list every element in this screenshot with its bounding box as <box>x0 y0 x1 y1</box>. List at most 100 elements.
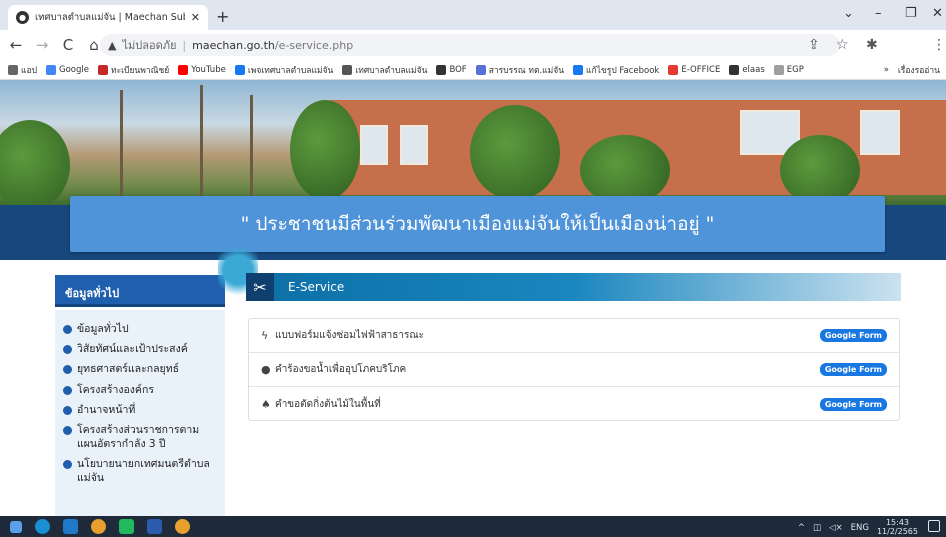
bookmark-favicon-icon <box>234 64 245 75</box>
security-label: ไม่ปลอดภัย <box>122 39 177 52</box>
language-indicator[interactable]: ENG <box>851 523 869 533</box>
window-shape <box>860 110 900 155</box>
palm-trunk-shape <box>120 90 123 205</box>
bookmark-item[interactable]: elaas <box>729 64 765 75</box>
bookmark-label: สารบรรณ ทต.แม่จัน <box>488 65 565 76</box>
sidebar-item-label: ข้อมูลทั่วไป <box>77 323 129 335</box>
bookmark-favicon-icon <box>8 64 18 75</box>
bookmark-item[interactable]: BOF <box>436 64 467 75</box>
not-secure-warning-icon[interactable]: ▲ <box>108 39 116 52</box>
bookmark-favicon-icon <box>342 64 353 75</box>
sidebar-item[interactable]: โครงสร้างส่วนราชการตามแผนอัตรากำลัง 3 ปี <box>63 423 217 451</box>
bookmarks-overflow-button[interactable]: » <box>884 65 889 75</box>
bookmark-label: BOF <box>449 64 467 75</box>
bookmark-item[interactable]: ทะเบียนพาณิชย์ <box>97 63 169 77</box>
sidebar-menu: ข้อมูลทั่วไปวิสัยทัศน์และเป้าประสงค์ยุทธ… <box>55 310 225 516</box>
bookmarks-bar: แอป Google ทะเบียนพาณิชย์ YouTube เพจเทศบาลต… <box>0 60 946 80</box>
menu-dots-icon[interactable]: ⋮ <box>932 37 946 53</box>
close-window-button[interactable]: ✕ <box>932 6 943 21</box>
sidebar-item-label: นโยบายนายกเทศมนตรีตำบลแม่จัน <box>77 458 210 485</box>
browser-tab[interactable]: ● เทศบาลตำบลแม่จัน | Maechan Subd ✕ <box>8 5 208 30</box>
share-icon[interactable]: ⇪ <box>808 37 820 53</box>
google-form-button[interactable]: Google Form <box>819 329 887 342</box>
bookmark-item[interactable]: E-OFFICE <box>668 64 720 75</box>
bookmark-item[interactable]: แอป <box>8 63 37 77</box>
maximize-button[interactable]: ❐ <box>905 6 917 21</box>
bookmark-item[interactable]: เพจเทศบาลตำบลแม่จัน <box>234 63 333 77</box>
bullet-icon <box>63 405 72 415</box>
forward-button[interactable]: → <box>32 36 52 54</box>
eservice-row-label: คำร้องขอน้ำเพื่ออุปโภคบริโภค <box>275 364 407 375</box>
header-banner-photo <box>0 80 946 205</box>
bookmark-favicon-icon <box>45 64 56 75</box>
web-page: " ประชาชนมีส่วนร่วมพัฒนาเมืองแม่จันให้เป… <box>0 80 946 516</box>
bullet-icon <box>63 325 72 334</box>
slogan-banner: " ประชาชนมีส่วนร่วมพัฒนาเมืองแม่จันให้เป… <box>70 196 885 252</box>
eservice-row[interactable]: ♠ คำขอตัดกิ่งต้นไม้ในพื้นที่ Google Form <box>249 387 899 421</box>
eservice-row-label: แบบฟอร์มแจ้งซ่อมไฟฟ้าสาธารณะ <box>275 330 425 341</box>
tree-shape <box>0 120 70 205</box>
bookmark-label: Google <box>58 64 89 75</box>
google-form-button[interactable]: Google Form <box>819 363 887 376</box>
line-icon[interactable] <box>119 519 134 534</box>
bullet-icon <box>63 385 72 395</box>
bullet-icon <box>63 425 72 435</box>
eservice-row[interactable]: ● คำร้องขอน้ำเพื่ออุปโภคบริโภค Google Form <box>249 353 899 387</box>
tree-shape <box>580 135 670 205</box>
tab-search-icon[interactable]: ⌄ <box>843 6 854 21</box>
bookmark-favicon-icon <box>475 64 486 75</box>
eservice-header: ✂ E-Service <box>246 273 901 301</box>
sidebar-item-label: ยุทธศาสตร์และกลยุทธ์ <box>77 363 180 376</box>
tab-title: เทศบาลตำบลแม่จัน | Maechan Subd <box>35 12 185 23</box>
address-bar[interactable]: ▲ ไม่ปลอดภัย | maechan.go.th/e-service.p… <box>100 34 840 56</box>
bookmark-label: EGP <box>786 64 804 75</box>
bookmark-favicon-icon <box>773 64 784 75</box>
browser-tab-bar: ● เทศบาลตำบลแม่จัน | Maechan Subd ✕ + ⌄ … <box>0 0 946 30</box>
sidebar-item[interactable]: นโยบายนายกเทศมนตรีตำบลแม่จัน <box>63 457 217 485</box>
network-icon[interactable]: ◫ <box>813 523 821 533</box>
bookmark-item[interactable]: EGP <box>773 64 804 75</box>
reload-button[interactable]: C <box>58 36 78 54</box>
store-icon[interactable] <box>63 519 78 534</box>
bookmark-item[interactable]: แก้ไขรูป Facebook <box>573 63 659 77</box>
sidebar-item[interactable]: อำนาจหน้าที่ <box>63 403 217 417</box>
google-form-button[interactable]: Google Form <box>819 397 887 411</box>
sidebar-item[interactable]: วิสัยทัศน์และเป้าประสงค์ <box>63 342 217 356</box>
chrome-icon[interactable] <box>91 519 106 534</box>
back-button[interactable]: ← <box>6 36 26 54</box>
site-favicon-icon: ● <box>16 11 29 24</box>
bookmark-label: แก้ไขรูป Facebook <box>586 65 660 76</box>
bookmark-item[interactable]: สารบรรณ ทต.แม่จัน <box>475 63 565 77</box>
sidebar-item-label: โครงสร้างส่วนราชการตามแผนอัตรากำลัง 3 ปี <box>77 423 200 451</box>
bookmark-star-icon[interactable]: ☆ <box>836 37 849 53</box>
chrome-icon[interactable] <box>175 519 190 534</box>
bookmark-item[interactable]: เทศบาลตำบลแม่จัน <box>342 63 427 77</box>
edge-icon[interactable] <box>35 519 50 534</box>
tray-chevron-icon[interactable]: ^ <box>798 523 805 533</box>
start-button-icon[interactable] <box>10 520 22 533</box>
clock[interactable]: 15:43 11/2/2565 <box>877 518 918 537</box>
os-taskbar: ^ ◫ ◁× ENG 15:43 11/2/2565 <box>0 516 946 537</box>
sidebar-item[interactable]: โครงสร้างองค์กร <box>63 383 217 397</box>
water-drop-icon: ● <box>261 363 271 376</box>
bookmark-item[interactable]: YouTube <box>178 64 226 75</box>
window-shape <box>400 125 428 165</box>
tree-shape <box>470 105 560 200</box>
eservice-row[interactable]: ϟ แบบฟอร์มแจ้งซ่อมไฟฟ้าสาธารณะ Google Form <box>249 319 899 353</box>
new-tab-button[interactable]: + <box>216 7 229 26</box>
sidebar-item[interactable]: ข้อมูลทั่วไป <box>63 322 217 336</box>
volume-icon[interactable]: ◁× <box>829 523 843 533</box>
sidebar-item-label: วิสัยทัศน์และเป้าประสงค์ <box>77 343 188 356</box>
tab-close-button[interactable]: ✕ <box>191 11 200 24</box>
bullet-icon <box>63 460 72 470</box>
url-text: maechan.go.th/e-service.php <box>192 39 353 52</box>
bookmark-label: เทศบาลตำบลแม่จัน <box>355 65 428 76</box>
word-icon[interactable] <box>147 519 162 534</box>
reading-list-button[interactable]: เรื่องรออ่าน <box>898 63 940 77</box>
extensions-icon[interactable]: ✱ <box>866 37 878 53</box>
notification-icon[interactable] <box>928 520 940 532</box>
minimize-button[interactable]: – <box>875 6 882 21</box>
bookmark-item[interactable]: Google <box>45 64 89 75</box>
bookmark-favicon-icon <box>178 64 189 75</box>
sidebar-item[interactable]: ยุทธศาสตร์และกลยุทธ์ <box>63 362 217 376</box>
